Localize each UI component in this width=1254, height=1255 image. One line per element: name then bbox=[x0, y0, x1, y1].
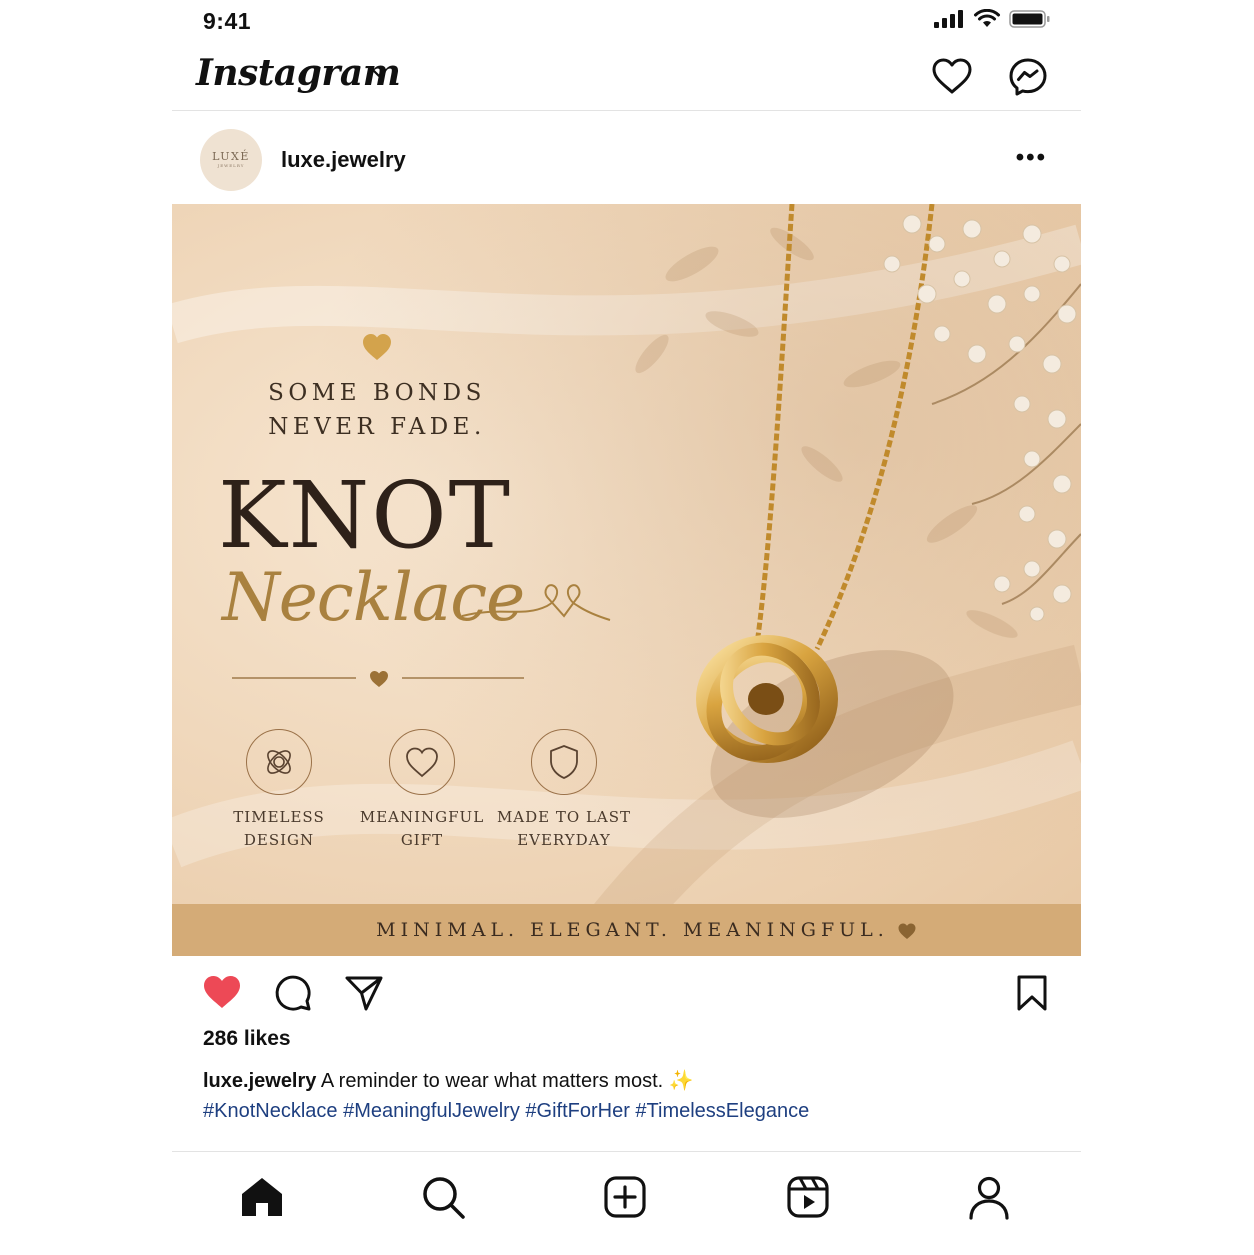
post-image[interactable]: SOME BONDS NEVER FADE. KNOT Necklace TIM… bbox=[172, 204, 1081, 956]
wifi-icon bbox=[974, 9, 1000, 27]
status-bar: 9:41 bbox=[172, 0, 1081, 44]
feature-label: DESIGN bbox=[243, 831, 315, 849]
tagline-line-2: NEVER FADE. bbox=[268, 414, 486, 440]
feature-list: TIMELESS DESIGN MEANINGFUL GIFT MADE TO … bbox=[209, 729, 630, 859]
avatar[interactable]: LUXÉ JEWELRY bbox=[200, 129, 262, 191]
avatar-sub: JEWELRY bbox=[217, 163, 245, 168]
feature-timeless-design: TIMELESS DESIGN bbox=[209, 729, 349, 852]
caption-hashtags[interactable]: #KnotNecklace #MeaningfulJewelry #GiftFo… bbox=[203, 1100, 809, 1122]
tagline-line-1: SOME BONDS bbox=[268, 380, 486, 406]
tagline: SOME BONDS NEVER FADE. bbox=[252, 376, 502, 444]
profile-icon[interactable] bbox=[968, 1176, 1010, 1220]
post-caption: luxe.jewelry A reminder to wear what mat… bbox=[203, 1066, 1063, 1126]
battery-icon bbox=[1009, 10, 1050, 28]
status-time: 9:41 bbox=[203, 8, 252, 34]
script-heart-flourish bbox=[462, 584, 611, 621]
banner-heart-icon bbox=[898, 923, 916, 939]
feature-made-to-last: MADE TO LAST EVERYDAY bbox=[494, 729, 634, 852]
feature-label: MADE TO LAST bbox=[496, 808, 632, 826]
app-header: Instagram bbox=[172, 44, 1081, 111]
instagram-screen: 9:41 Instagram LUXÉ JEWELRY luxe.jewelry… bbox=[172, 0, 1081, 1254]
feature-label: EVERYDAY bbox=[517, 831, 611, 849]
bottom-banner: MINIMAL. ELEGANT. MEANINGFUL. bbox=[172, 904, 1081, 956]
search-icon[interactable] bbox=[422, 1176, 466, 1220]
reels-icon[interactable] bbox=[787, 1176, 829, 1218]
comment-icon[interactable] bbox=[274, 974, 312, 1012]
post-actions bbox=[172, 956, 1081, 1028]
avatar-brand: LUXÉ bbox=[212, 150, 250, 163]
feature-label: MEANINGFUL bbox=[359, 808, 485, 826]
chevron-down-icon[interactable] bbox=[370, 66, 388, 80]
heart-outline-icon bbox=[389, 729, 455, 795]
more-options-icon[interactable]: ••• bbox=[1016, 144, 1047, 172]
post-header: LUXÉ JEWELRY luxe.jewelry ••• bbox=[172, 112, 1081, 204]
product-title: KNOT bbox=[218, 462, 513, 569]
shield-icon bbox=[531, 729, 597, 795]
bottom-navigation bbox=[172, 1151, 1081, 1255]
ornament-divider bbox=[232, 671, 524, 687]
feature-meaningful-gift: MEANINGFUL GIFT bbox=[352, 729, 492, 852]
signal-icon bbox=[934, 10, 963, 28]
liked-heart-icon[interactable] bbox=[202, 974, 242, 1010]
new-post-icon[interactable] bbox=[604, 1176, 646, 1218]
banner-text: MINIMAL. ELEGANT. MEANINGFUL. bbox=[376, 919, 889, 941]
bookmark-icon[interactable] bbox=[1015, 974, 1049, 1012]
caption-text: A reminder to wear what matters most. ✨ bbox=[320, 1070, 694, 1092]
feature-label: TIMELESS bbox=[233, 808, 325, 826]
like-count[interactable]: 286 likes bbox=[203, 1027, 291, 1051]
notifications-heart-icon[interactable] bbox=[931, 57, 973, 97]
caption-username[interactable]: luxe.jewelry bbox=[203, 1070, 316, 1092]
post-username[interactable]: luxe.jewelry bbox=[281, 147, 406, 173]
status-icons bbox=[933, 9, 1051, 29]
home-icon[interactable] bbox=[240, 1176, 284, 1218]
gold-heart-icon bbox=[363, 334, 391, 360]
knot-icon bbox=[246, 729, 312, 795]
share-icon[interactable] bbox=[344, 974, 384, 1012]
feature-label: GIFT bbox=[400, 831, 444, 849]
messenger-icon[interactable] bbox=[1008, 57, 1048, 97]
